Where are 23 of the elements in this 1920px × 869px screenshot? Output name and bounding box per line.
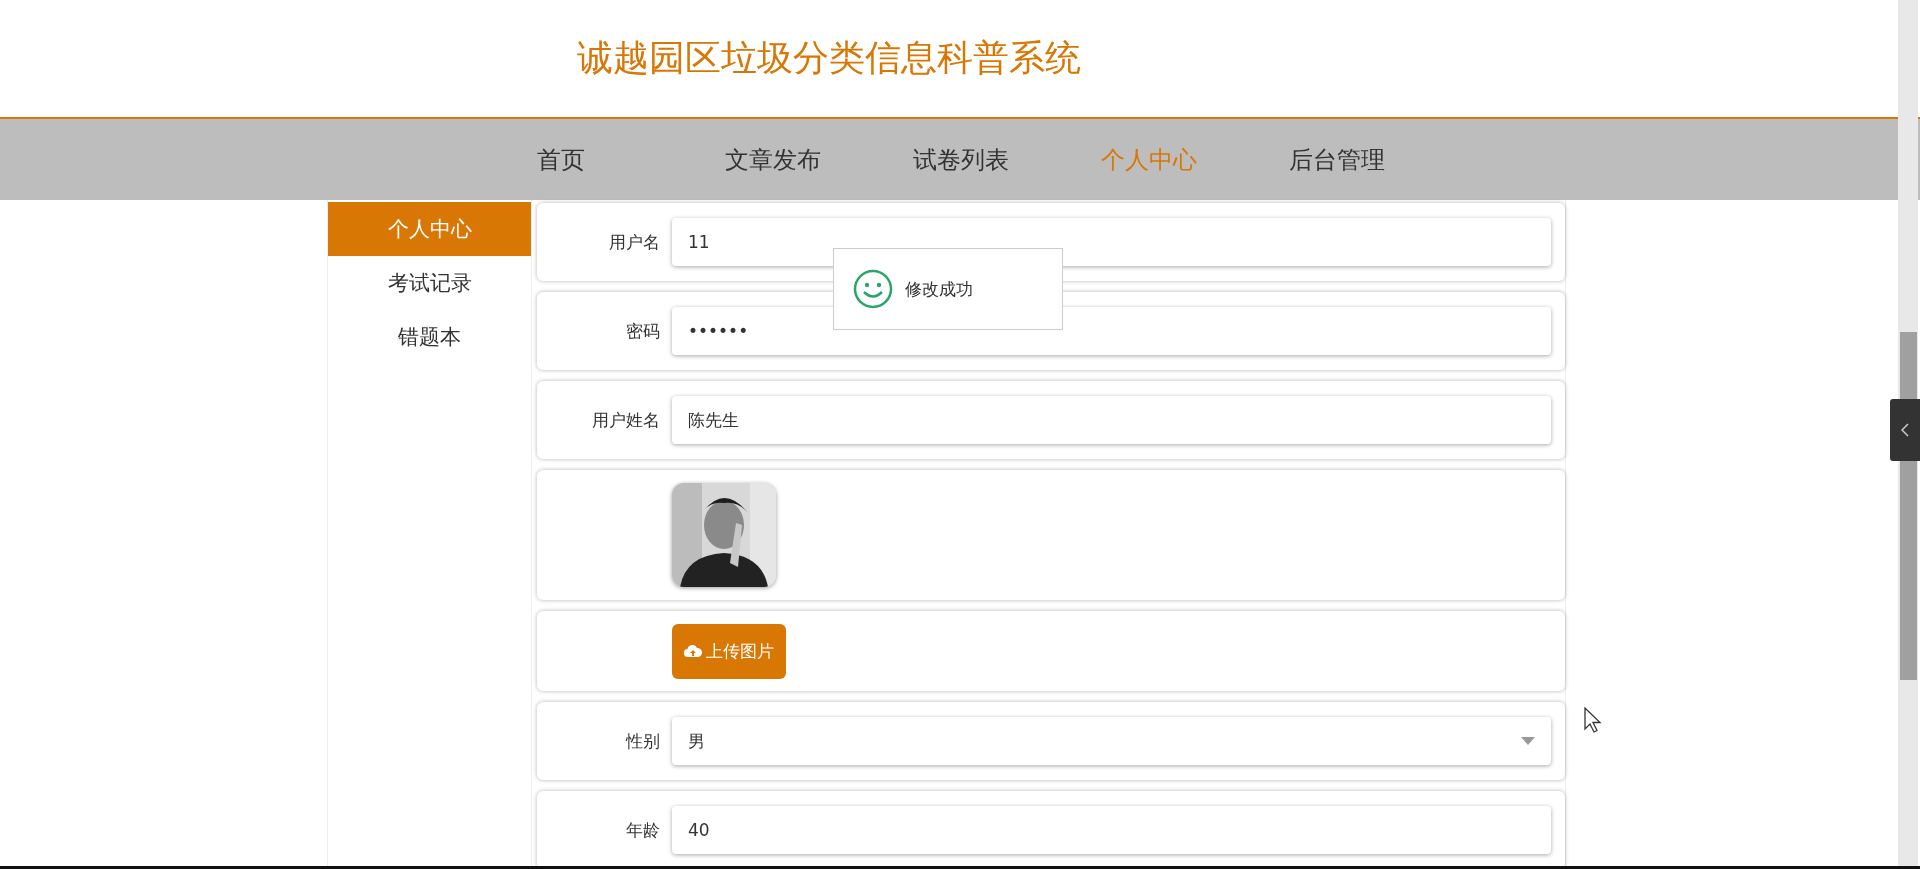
field-label: 性别 <box>624 729 661 753</box>
caret-icon <box>1521 737 1535 745</box>
sidebar-item[interactable]: 错题本 <box>328 310 531 364</box>
select-field[interactable]: 男 <box>672 717 1551 765</box>
nav-link[interactable]: 首页 <box>507 143 695 176</box>
cursor-icon <box>1584 707 1602 733</box>
toast-text: 修改成功 <box>905 277 973 301</box>
input-field[interactable]: 40 <box>672 806 1551 854</box>
chevron-left-icon <box>1901 423 1909 437</box>
sidebar-item[interactable]: 考试记录 <box>328 256 531 310</box>
field-label: 密码 <box>625 319 661 343</box>
field-label: 用户姓名 <box>591 408 661 432</box>
site-title: 诚越园区垃圾分类信息科普系统 <box>577 36 1081 80</box>
nav-link[interactable]: 试卷列表 <box>883 143 1071 176</box>
input-field[interactable]: 陈先生 <box>672 396 1551 444</box>
nav-link[interactable]: 后台管理 <box>1259 143 1447 176</box>
cloud-upload-icon <box>684 644 702 658</box>
field-label: 年龄 <box>625 818 661 842</box>
collapse-menu[interactable] <box>1890 399 1920 461</box>
smiley-icon <box>853 269 893 309</box>
input-field[interactable]: 11 <box>672 218 1551 266</box>
field-label: 用户名 <box>608 230 661 254</box>
nav-link[interactable]: 文章发布 <box>695 143 883 176</box>
